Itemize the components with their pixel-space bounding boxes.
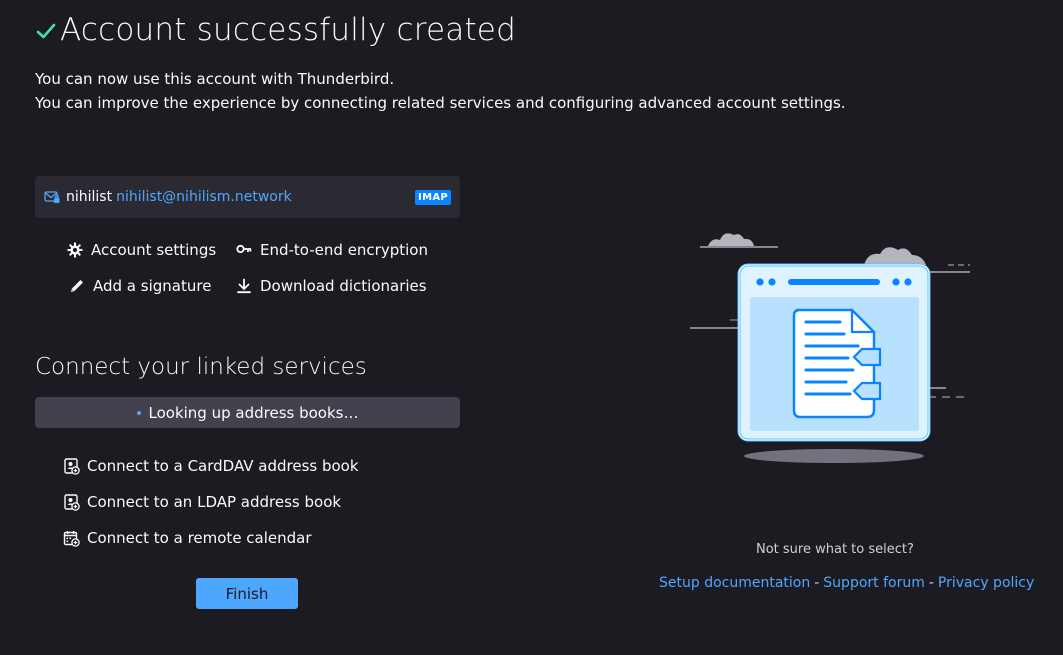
- account-setup-illustration: [690, 233, 970, 463]
- connect-ldap-button[interactable]: Connect to an LDAP address book: [63, 493, 341, 511]
- account-settings-button[interactable]: Account settings: [67, 241, 216, 259]
- intro-line-1: You can now use this account with Thunde…: [35, 70, 395, 88]
- address-book-add-icon: [64, 457, 80, 475]
- connect-carddav-button[interactable]: Connect to a CardDAV address book: [63, 457, 359, 475]
- support-forum-link[interactable]: Support forum: [823, 575, 925, 591]
- help-question: Not sure what to select?: [756, 542, 914, 557]
- download-dictionaries-button[interactable]: Download dictionaries: [236, 277, 427, 295]
- download-icon: [237, 278, 251, 294]
- finish-button[interactable]: Finish: [196, 578, 298, 609]
- link-separator: -: [928, 575, 934, 591]
- account-card: nihilist nihilist@nihilism.network IMAP: [35, 176, 460, 218]
- setup-documentation-link[interactable]: Setup documentation: [659, 575, 810, 591]
- link-separator: -: [814, 575, 820, 591]
- add-signature-button[interactable]: Add a signature: [69, 277, 211, 295]
- address-book-lookup-status: Looking up address books…: [35, 397, 460, 428]
- protocol-badge: IMAP: [415, 189, 451, 205]
- calendar-add-icon: [63, 530, 80, 547]
- intro-text: You can now use this account with Thunde…: [35, 67, 846, 115]
- end-to-end-encryption-button[interactable]: End-to-end encryption: [236, 241, 428, 259]
- intro-line-2: You can improve the experience by connec…: [35, 94, 846, 112]
- privacy-policy-link[interactable]: Privacy policy: [938, 575, 1034, 591]
- title-row: Account successfully created: [36, 12, 516, 48]
- key-icon: [236, 244, 252, 254]
- lookup-status-text: Looking up address books…: [148, 403, 359, 422]
- connect-ldap-label: Connect to an LDAP address book: [87, 493, 342, 511]
- connect-remote-calendar-button[interactable]: Connect to a remote calendar: [63, 529, 312, 547]
- linked-services-heading: Connect your linked services: [35, 354, 367, 380]
- page-title: Account successfully created: [60, 12, 516, 48]
- account-email-link[interactable]: nihilist@nihilism.network: [116, 189, 292, 205]
- download-dictionaries-label: Download dictionaries: [260, 277, 427, 295]
- mail-lock-icon: [44, 191, 60, 203]
- checkmark-icon: [36, 23, 56, 39]
- gear-icon: [67, 242, 83, 258]
- connect-carddav-label: Connect to a CardDAV address book: [87, 457, 359, 475]
- footer-links: Setup documentation - Support forum - Privac…: [659, 575, 1034, 591]
- connect-remote-calendar-label: Connect to a remote calendar: [87, 529, 312, 547]
- account-settings-label: Account settings: [91, 241, 217, 259]
- account-name: nihilist: [66, 189, 113, 205]
- account-created-page: Account successfully created You can now…: [0, 0, 1063, 655]
- add-signature-label: Add a signature: [93, 277, 212, 295]
- address-book-add-icon: [64, 493, 80, 511]
- pen-icon: [71, 280, 83, 292]
- end-to-end-encryption-label: End-to-end encryption: [260, 241, 428, 259]
- loading-indicator: [136, 410, 141, 415]
